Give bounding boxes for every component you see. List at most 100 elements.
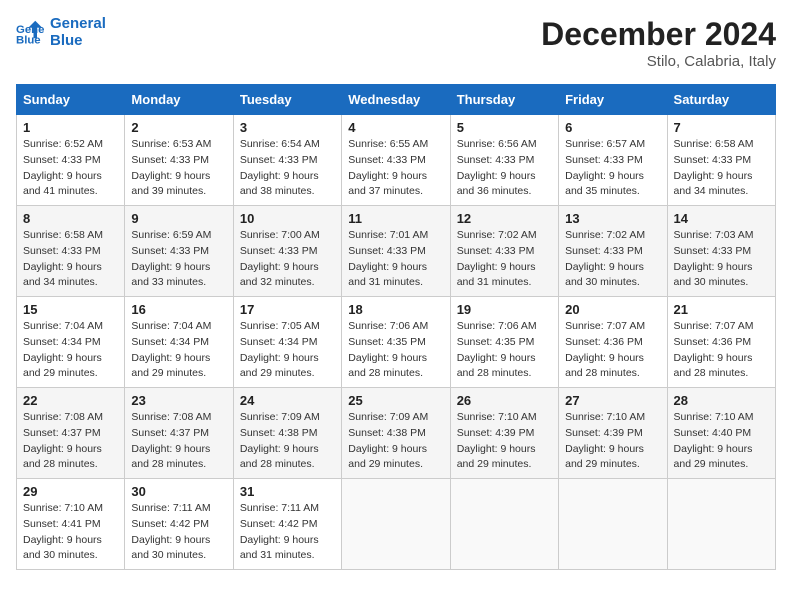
day-number: 3 bbox=[240, 120, 335, 135]
day-info: Sunrise: 6:52 AM Sunset: 4:33 PM Dayligh… bbox=[23, 137, 118, 200]
title-block: December 2024 Stilo, Calabria, Italy bbox=[541, 16, 776, 70]
sunset-label: Sunset: 4:36 PM bbox=[565, 336, 643, 348]
sunset-label: Sunset: 4:33 PM bbox=[131, 245, 209, 257]
day-number: 19 bbox=[457, 302, 552, 317]
day-info: Sunrise: 7:10 AM Sunset: 4:41 PM Dayligh… bbox=[23, 501, 118, 564]
sunset-label: Sunset: 4:33 PM bbox=[131, 154, 209, 166]
day-info: Sunrise: 7:05 AM Sunset: 4:34 PM Dayligh… bbox=[240, 319, 335, 382]
sunset-label: Sunset: 4:33 PM bbox=[674, 154, 752, 166]
page-header: General Blue General Blue December 2024 … bbox=[16, 16, 776, 70]
day-number: 29 bbox=[23, 484, 118, 499]
day-number: 5 bbox=[457, 120, 552, 135]
day-info: Sunrise: 7:10 AM Sunset: 4:39 PM Dayligh… bbox=[565, 410, 660, 473]
col-monday: Monday bbox=[125, 85, 233, 115]
calendar-cell: 22 Sunrise: 7:08 AM Sunset: 4:37 PM Dayl… bbox=[17, 388, 125, 479]
sunset-label: Sunset: 4:33 PM bbox=[348, 245, 426, 257]
sunrise-label: Sunrise: 6:58 AM bbox=[674, 138, 754, 150]
day-number: 24 bbox=[240, 393, 335, 408]
daylight-label: Daylight: 9 hoursand 28 minutes. bbox=[131, 443, 210, 471]
daylight-label: Daylight: 9 hoursand 30 minutes. bbox=[131, 534, 210, 562]
sunset-label: Sunset: 4:33 PM bbox=[240, 154, 318, 166]
sunrise-label: Sunrise: 7:04 AM bbox=[23, 320, 103, 332]
calendar-cell: 28 Sunrise: 7:10 AM Sunset: 4:40 PM Dayl… bbox=[667, 388, 775, 479]
calendar-cell: 12 Sunrise: 7:02 AM Sunset: 4:33 PM Dayl… bbox=[450, 206, 558, 297]
calendar-cell: 23 Sunrise: 7:08 AM Sunset: 4:37 PM Dayl… bbox=[125, 388, 233, 479]
day-info: Sunrise: 7:00 AM Sunset: 4:33 PM Dayligh… bbox=[240, 228, 335, 291]
sunset-label: Sunset: 4:33 PM bbox=[674, 245, 752, 257]
sunset-label: Sunset: 4:42 PM bbox=[131, 518, 209, 530]
day-number: 17 bbox=[240, 302, 335, 317]
calendar-cell: 4 Sunrise: 6:55 AM Sunset: 4:33 PM Dayli… bbox=[342, 115, 450, 206]
calendar-cell: 10 Sunrise: 7:00 AM Sunset: 4:33 PM Dayl… bbox=[233, 206, 341, 297]
sunset-label: Sunset: 4:38 PM bbox=[348, 427, 426, 439]
day-info: Sunrise: 6:57 AM Sunset: 4:33 PM Dayligh… bbox=[565, 137, 660, 200]
day-number: 15 bbox=[23, 302, 118, 317]
day-number: 22 bbox=[23, 393, 118, 408]
day-number: 13 bbox=[565, 211, 660, 226]
daylight-label: Daylight: 9 hoursand 32 minutes. bbox=[240, 261, 319, 289]
col-sunday: Sunday bbox=[17, 85, 125, 115]
sunrise-label: Sunrise: 7:06 AM bbox=[457, 320, 537, 332]
calendar-cell: 18 Sunrise: 7:06 AM Sunset: 4:35 PM Dayl… bbox=[342, 297, 450, 388]
day-number: 4 bbox=[348, 120, 443, 135]
day-number: 30 bbox=[131, 484, 226, 499]
day-number: 28 bbox=[674, 393, 769, 408]
sunset-label: Sunset: 4:33 PM bbox=[565, 154, 643, 166]
calendar-cell: 9 Sunrise: 6:59 AM Sunset: 4:33 PM Dayli… bbox=[125, 206, 233, 297]
sunrise-label: Sunrise: 7:07 AM bbox=[565, 320, 645, 332]
sunrise-label: Sunrise: 7:04 AM bbox=[131, 320, 211, 332]
day-info: Sunrise: 7:04 AM Sunset: 4:34 PM Dayligh… bbox=[23, 319, 118, 382]
day-number: 21 bbox=[674, 302, 769, 317]
sunrise-label: Sunrise: 6:53 AM bbox=[131, 138, 211, 150]
daylight-label: Daylight: 9 hoursand 34 minutes. bbox=[674, 170, 753, 198]
calendar-cell: 6 Sunrise: 6:57 AM Sunset: 4:33 PM Dayli… bbox=[559, 115, 667, 206]
sunrise-label: Sunrise: 7:09 AM bbox=[348, 411, 428, 423]
daylight-label: Daylight: 9 hoursand 30 minutes. bbox=[23, 534, 102, 562]
day-info: Sunrise: 7:10 AM Sunset: 4:40 PM Dayligh… bbox=[674, 410, 769, 473]
calendar-body: 1 Sunrise: 6:52 AM Sunset: 4:33 PM Dayli… bbox=[17, 115, 776, 570]
calendar-cell: 27 Sunrise: 7:10 AM Sunset: 4:39 PM Dayl… bbox=[559, 388, 667, 479]
daylight-label: Daylight: 9 hoursand 28 minutes. bbox=[457, 352, 536, 380]
logo: General Blue General Blue bbox=[16, 16, 106, 49]
calendar-cell: 3 Sunrise: 6:54 AM Sunset: 4:33 PM Dayli… bbox=[233, 115, 341, 206]
sunrise-label: Sunrise: 7:02 AM bbox=[565, 229, 645, 241]
calendar-cell: 11 Sunrise: 7:01 AM Sunset: 4:33 PM Dayl… bbox=[342, 206, 450, 297]
sunrise-label: Sunrise: 7:10 AM bbox=[23, 502, 103, 514]
sunset-label: Sunset: 4:33 PM bbox=[23, 154, 101, 166]
day-number: 18 bbox=[348, 302, 443, 317]
sunrise-label: Sunrise: 6:57 AM bbox=[565, 138, 645, 150]
day-info: Sunrise: 7:01 AM Sunset: 4:33 PM Dayligh… bbox=[348, 228, 443, 291]
location-subtitle: Stilo, Calabria, Italy bbox=[541, 53, 776, 70]
sunrise-label: Sunrise: 7:10 AM bbox=[565, 411, 645, 423]
day-number: 7 bbox=[674, 120, 769, 135]
day-info: Sunrise: 6:59 AM Sunset: 4:33 PM Dayligh… bbox=[131, 228, 226, 291]
calendar-cell bbox=[559, 479, 667, 570]
sunset-label: Sunset: 4:38 PM bbox=[240, 427, 318, 439]
day-info: Sunrise: 7:11 AM Sunset: 4:42 PM Dayligh… bbox=[240, 501, 335, 564]
daylight-label: Daylight: 9 hoursand 28 minutes. bbox=[565, 352, 644, 380]
day-info: Sunrise: 7:04 AM Sunset: 4:34 PM Dayligh… bbox=[131, 319, 226, 382]
calendar-cell: 19 Sunrise: 7:06 AM Sunset: 4:35 PM Dayl… bbox=[450, 297, 558, 388]
calendar-cell bbox=[450, 479, 558, 570]
calendar-cell: 16 Sunrise: 7:04 AM Sunset: 4:34 PM Dayl… bbox=[125, 297, 233, 388]
col-friday: Friday bbox=[559, 85, 667, 115]
day-info: Sunrise: 6:55 AM Sunset: 4:33 PM Dayligh… bbox=[348, 137, 443, 200]
day-number: 6 bbox=[565, 120, 660, 135]
calendar-cell: 2 Sunrise: 6:53 AM Sunset: 4:33 PM Dayli… bbox=[125, 115, 233, 206]
calendar-cell: 15 Sunrise: 7:04 AM Sunset: 4:34 PM Dayl… bbox=[17, 297, 125, 388]
sunrise-label: Sunrise: 7:08 AM bbox=[23, 411, 103, 423]
sunrise-label: Sunrise: 7:09 AM bbox=[240, 411, 320, 423]
calendar-cell: 26 Sunrise: 7:10 AM Sunset: 4:39 PM Dayl… bbox=[450, 388, 558, 479]
sunset-label: Sunset: 4:39 PM bbox=[457, 427, 535, 439]
day-number: 14 bbox=[674, 211, 769, 226]
sunset-label: Sunset: 4:33 PM bbox=[348, 154, 426, 166]
day-info: Sunrise: 7:08 AM Sunset: 4:37 PM Dayligh… bbox=[23, 410, 118, 473]
daylight-label: Daylight: 9 hoursand 35 minutes. bbox=[565, 170, 644, 198]
day-info: Sunrise: 7:06 AM Sunset: 4:35 PM Dayligh… bbox=[457, 319, 552, 382]
calendar-cell: 8 Sunrise: 6:58 AM Sunset: 4:33 PM Dayli… bbox=[17, 206, 125, 297]
sunset-label: Sunset: 4:33 PM bbox=[457, 245, 535, 257]
sunset-label: Sunset: 4:33 PM bbox=[240, 245, 318, 257]
sunset-label: Sunset: 4:40 PM bbox=[674, 427, 752, 439]
sunrise-label: Sunrise: 6:58 AM bbox=[23, 229, 103, 241]
sunset-label: Sunset: 4:41 PM bbox=[23, 518, 101, 530]
